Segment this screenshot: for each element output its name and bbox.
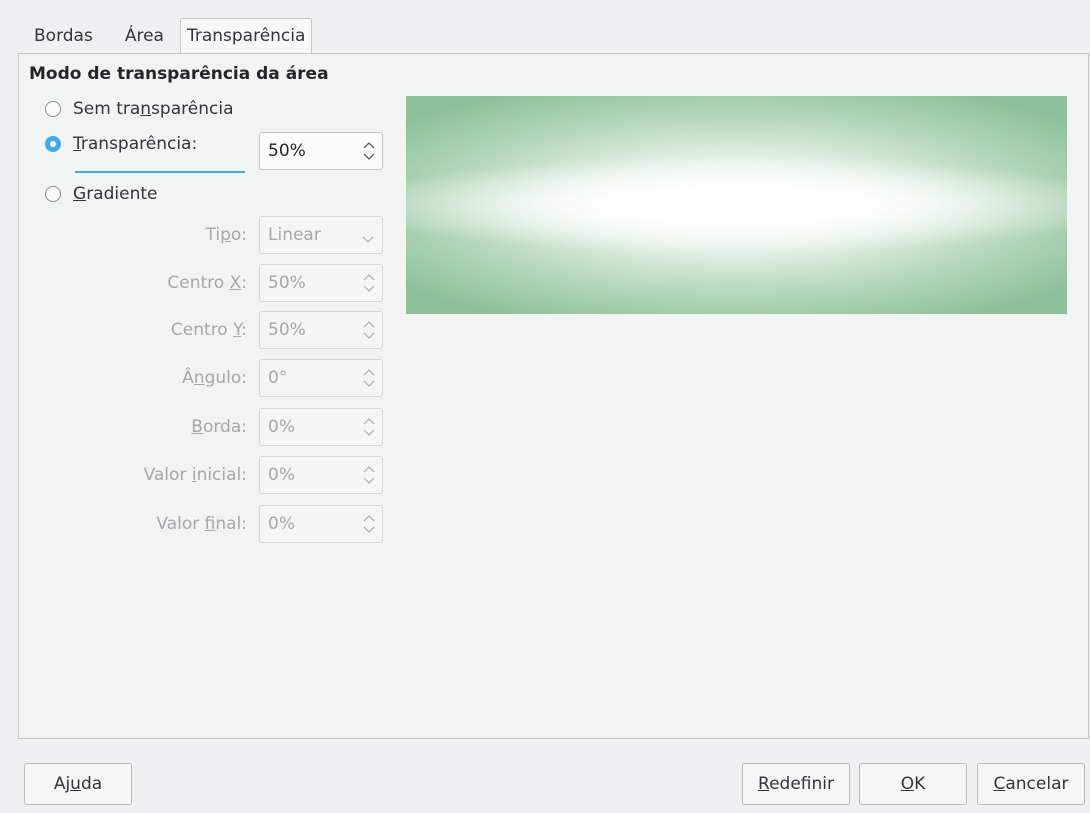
start-value-value: 0% [268, 465, 295, 485]
radio-label-transparency: Transparência: [73, 134, 198, 154]
radio-button-gradient[interactable] [45, 186, 61, 202]
start-value-spinbox[interactable]: 0% [259, 456, 383, 494]
gradient-type-select[interactable]: Linear [259, 216, 383, 254]
end-value-value: 0% [268, 514, 295, 534]
spin-arrows-icon[interactable] [362, 464, 376, 486]
center-y-value: 50% [268, 320, 306, 340]
center-x-value: 50% [268, 273, 306, 293]
radio-label-no-transparency: Sem transparência [73, 99, 234, 119]
angle-value: 0° [268, 368, 288, 388]
center-y-label: Centro Y: [170, 320, 247, 340]
transparency-preview [406, 96, 1067, 314]
border-value: 0% [268, 417, 295, 437]
tab-transparencia[interactable]: Transparência [179, 18, 313, 54]
tab-bar: Bordas Área Transparência [18, 18, 313, 54]
tab-bordas[interactable]: Bordas [18, 20, 109, 54]
radio-transparency[interactable]: Transparência: [45, 134, 197, 154]
focus-indicator [75, 171, 245, 173]
angle-label: Ângulo: [182, 368, 247, 388]
cancel-button[interactable]: Cancelar [977, 763, 1085, 805]
angle-spinbox[interactable]: 0° [259, 359, 383, 397]
border-spinbox[interactable]: 0% [259, 408, 383, 446]
spin-arrows-icon[interactable] [362, 319, 376, 341]
transparency-value: 50% [268, 141, 306, 161]
spin-arrows-icon[interactable] [362, 367, 376, 389]
end-value-label: Valor final: [156, 514, 247, 534]
radio-gradient[interactable]: Gradiente [45, 184, 157, 204]
spin-arrows-icon[interactable] [362, 513, 376, 535]
radio-label-gradient: Gradiente [73, 184, 158, 204]
tab-area[interactable]: Área [109, 20, 180, 54]
section-title: Modo de transparência da área [29, 64, 329, 84]
spin-arrows-icon[interactable] [362, 416, 376, 438]
radio-button-no-transparency[interactable] [45, 101, 61, 117]
radio-button-transparency[interactable] [45, 136, 61, 152]
center-x-spinbox[interactable]: 50% [259, 264, 383, 302]
border-label: Borda: [191, 417, 247, 437]
center-y-spinbox[interactable]: 50% [259, 311, 383, 349]
ok-button[interactable]: OK [859, 763, 967, 805]
spin-arrows-icon[interactable] [362, 140, 376, 162]
type-label: Tipo: [205, 225, 247, 245]
area-dialog: Bordas Área Transparência Modo de transp… [0, 0, 1090, 813]
end-value-spinbox[interactable]: 0% [259, 505, 383, 543]
center-x-label: Centro X: [167, 273, 247, 293]
spin-arrows-icon[interactable] [362, 272, 376, 294]
radio-no-transparency[interactable]: Sem transparência [45, 99, 233, 119]
transparency-spinbox[interactable]: 50% [259, 132, 383, 170]
start-value-label: Valor inicial: [143, 465, 247, 485]
reset-button[interactable]: Redefinir [742, 763, 850, 805]
gradient-type-value: Linear [268, 225, 321, 245]
help-button[interactable]: Ajuda [24, 763, 132, 805]
chevron-down-icon [362, 230, 374, 243]
